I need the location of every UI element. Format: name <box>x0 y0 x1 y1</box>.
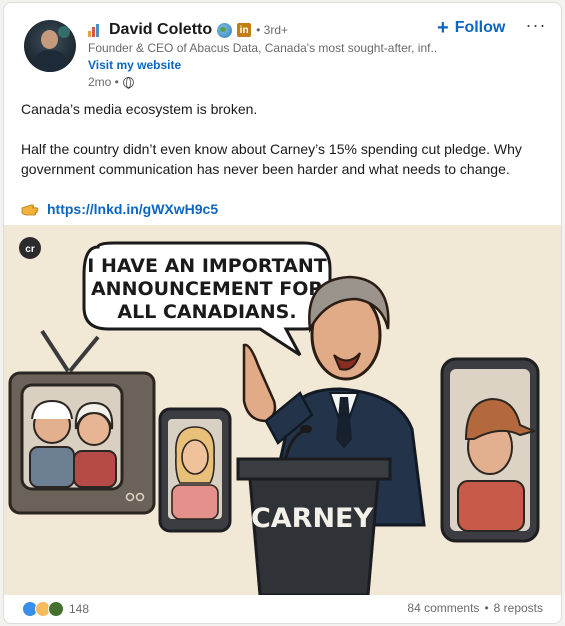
bar-chart-icon <box>88 23 102 37</box>
social-counts-bar: 148 84 comments • 8 reposts <box>4 599 561 623</box>
author-name-row: David Coletto in • 3rd+ <box>88 19 288 41</box>
speech-text-line3: ALL CANADIANS. <box>117 301 296 323</box>
follow-label: Follow <box>454 19 506 36</box>
linkedin-badge-icon: in <box>237 23 252 37</box>
post-time: 2mo • <box>88 75 119 89</box>
post-text-line2: Half the country didn’t even know about … <box>21 141 522 177</box>
speech-text-line1: I HAVE AN IMPORTANT <box>87 255 326 277</box>
more-options-button[interactable]: ··· <box>524 13 548 37</box>
post-link[interactable]: https://lnkd.in/gWXwH9c5 <box>47 199 218 219</box>
engagement-stats: 84 comments • 8 reposts <box>407 601 543 615</box>
celebrate-reaction-icon <box>48 601 64 617</box>
follow-button[interactable]: + Follow <box>437 16 505 40</box>
plus-icon: + <box>437 17 449 39</box>
author-avatar[interactable] <box>24 20 76 72</box>
reactions-summary[interactable]: 148 <box>22 601 89 617</box>
tablet <box>158 407 232 533</box>
post-header: David Coletto in • 3rd+ Founder & CEO of… <box>4 3 561 93</box>
podium-label: CARNEY <box>251 503 374 534</box>
post-text-line1: Canada’s media ecosystem is broken. <box>21 101 258 117</box>
podium: CARNEY <box>236 457 392 595</box>
globe-visibility-icon <box>122 76 134 89</box>
more-icon: ··· <box>525 14 547 35</box>
post-body: Canada’s media ecosystem is broken. Half… <box>21 99 546 219</box>
globe-icon <box>217 22 233 38</box>
visit-website-link[interactable]: Visit my website <box>88 58 181 72</box>
connection-degree: • 3rd+ <box>256 23 289 37</box>
cr-logo-text: cr <box>25 244 35 255</box>
post-link-row: https://lnkd.in/gWXwH9c5 <box>21 199 546 219</box>
smartphone <box>440 357 540 543</box>
pointing-hand-icon <box>21 204 39 216</box>
feed-post-card: David Coletto in • 3rd+ Founder & CEO of… <box>3 2 562 624</box>
stats-separator: • <box>484 601 489 615</box>
author-headline: Founder & CEO of Abacus Data, Canada's m… <box>88 41 438 55</box>
speech-text-line2: ANNOUNCEMENT FOR <box>91 278 323 300</box>
comments-count[interactable]: 84 comments <box>407 601 479 615</box>
post-image[interactable]: cr I HAVE AN IMPORTANT ANNOUNCEMENT FOR … <box>4 225 561 595</box>
cartoon-illustration: cr I HAVE AN IMPORTANT ANNOUNCEMENT FOR … <box>4 225 561 595</box>
reposts-count[interactable]: 8 reposts <box>494 601 543 615</box>
reaction-count: 148 <box>69 602 90 616</box>
author-name[interactable]: David Coletto <box>109 21 212 39</box>
post-time-row: 2mo • <box>88 75 134 89</box>
